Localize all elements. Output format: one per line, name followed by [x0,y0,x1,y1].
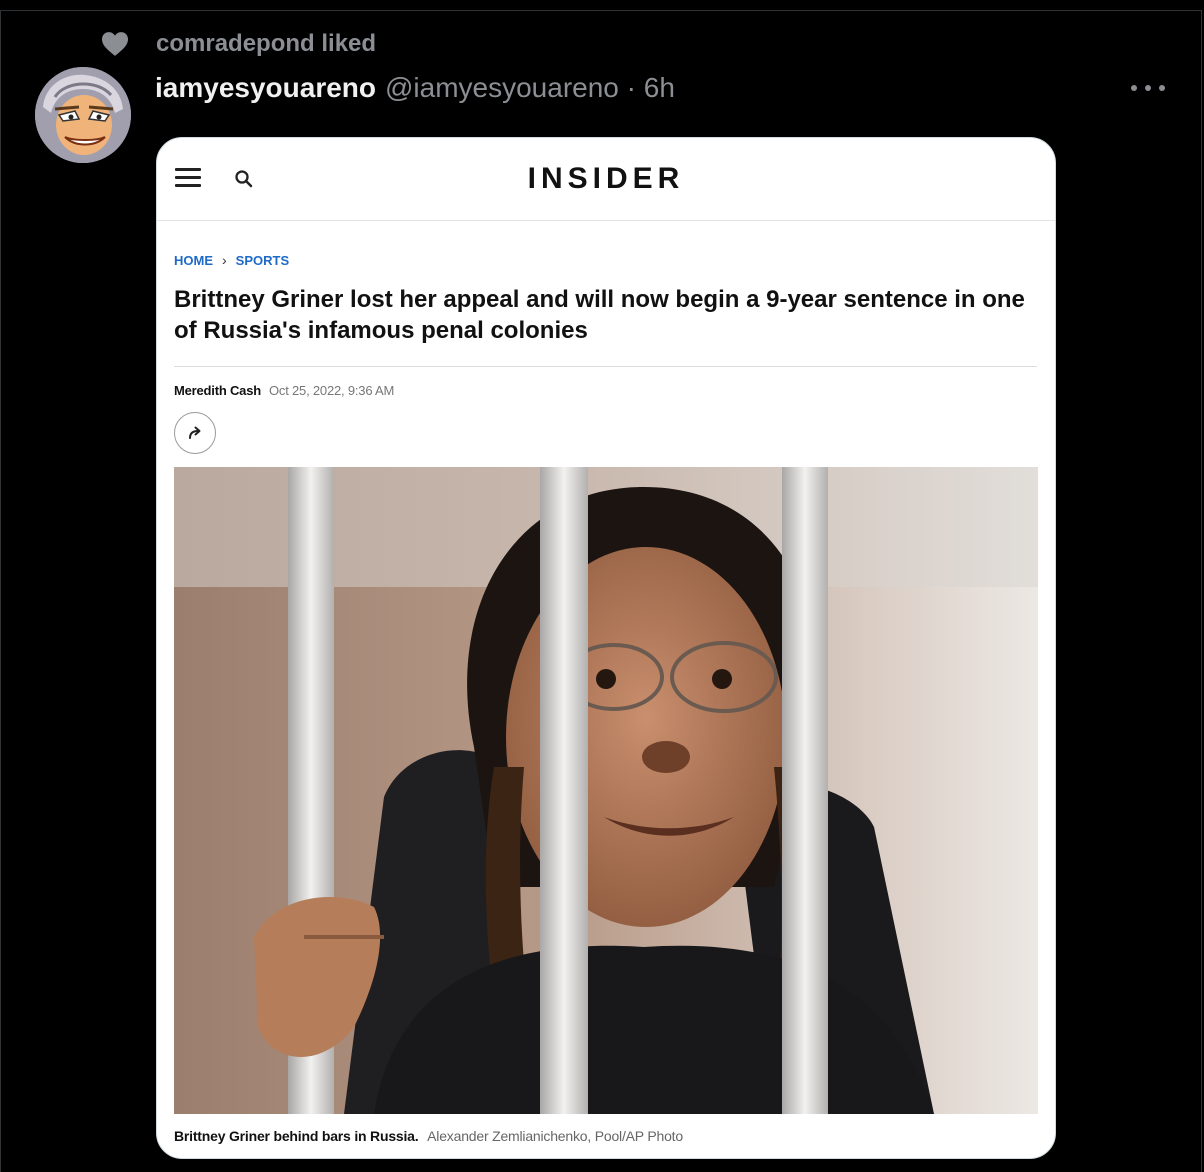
insider-navbar: INSIDER [157,138,1055,221]
photo-credit: Alexander Zemlianichenko, Pool/AP Photo [427,1128,683,1144]
breadcrumb-section: SPORTS [235,252,290,268]
heart-icon [102,32,128,56]
avatar[interactable] [35,67,131,163]
divider [174,366,1037,367]
publish-date: Oct 25, 2022, 9:36 AM [268,383,395,398]
liked-by-text[interactable]: comradepond liked [156,30,376,58]
handle-and-time[interactable]: @iamyesyouareno · 6h [385,72,675,104]
article-headline: Brittney Griner lost her appeal and will… [174,286,1025,344]
display-name[interactable]: iamyesyouareno [155,72,376,104]
author-name: Meredith Cash [174,383,261,398]
breadcrumb: HOME › SPORTS [174,252,289,268]
chevron-right-icon: › [222,252,227,268]
byline: Meredith Cash Oct 25, 2022, 9:36 AM [174,383,394,398]
breadcrumb-home: HOME [174,252,213,268]
caption-text: Brittney Griner behind bars in Russia. [174,1128,419,1144]
article-photo [174,467,1038,1114]
social-context: comradepond liked [100,30,376,58]
photo-caption: Brittney Griner behind bars in Russia. A… [174,1128,683,1144]
post-header: iamyesyouareno @iamyesyouareno · 6h [155,72,675,106]
more-icon[interactable] [1131,78,1165,98]
attached-image-card[interactable]: INSIDER HOME › SPORTS Brittney Griner lo… [156,137,1056,1159]
share-icon [174,412,216,454]
insider-logo: INSIDER [527,162,685,195]
